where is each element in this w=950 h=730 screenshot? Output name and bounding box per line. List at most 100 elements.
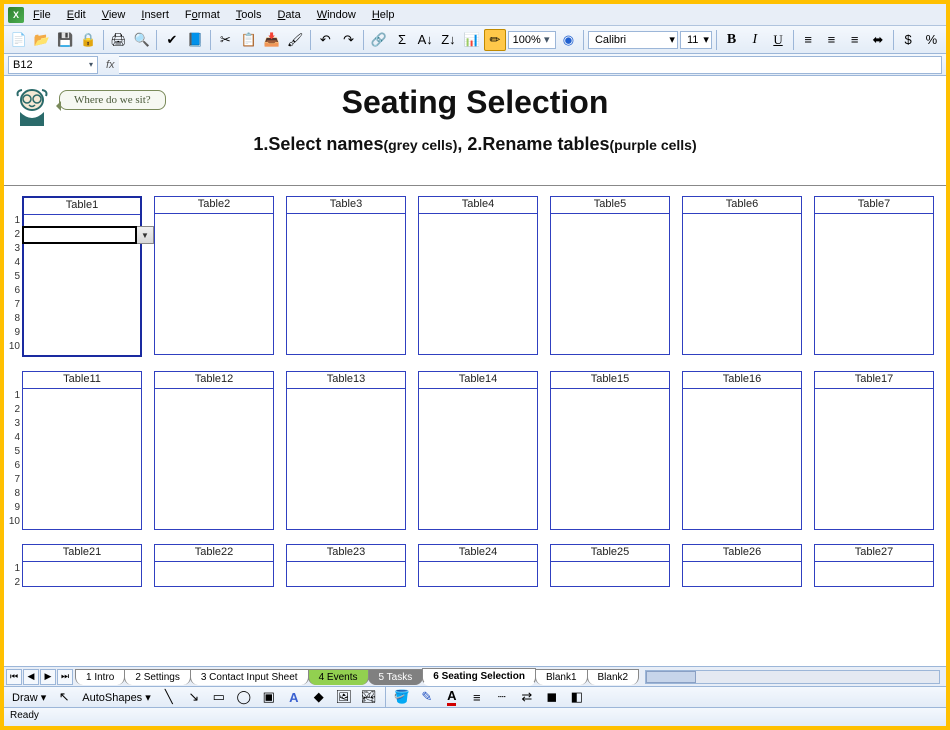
save-icon[interactable]: 💾 [54, 29, 75, 51]
research-icon[interactable]: 📘 [185, 29, 206, 51]
table-card-22[interactable]: Table22 [154, 544, 274, 587]
tab-next-icon[interactable]: ▶ [40, 669, 56, 685]
zoom-select[interactable]: 100% ▾ [508, 31, 556, 49]
italic-button[interactable]: I [744, 29, 765, 51]
table-card-5[interactable]: Table5 [550, 196, 670, 355]
align-left-icon[interactable]: ≡ [798, 29, 819, 51]
help-icon[interactable]: ◉ [558, 29, 579, 51]
autoshapes-menu[interactable]: AutoShapes ▾ [78, 691, 155, 704]
table-header[interactable]: Table17 [815, 372, 933, 389]
menu-format[interactable]: Format [178, 7, 227, 23]
font-color-icon[interactable]: A [441, 686, 463, 708]
chart-icon[interactable]: 📊 [461, 29, 482, 51]
percent-icon[interactable]: % [921, 29, 942, 51]
tab-events[interactable]: 4 Events [308, 669, 369, 685]
table-header[interactable]: Table1 [24, 198, 140, 215]
draw-menu[interactable]: Draw ▾ [8, 691, 50, 704]
clipart-icon[interactable]: 🖼 [333, 686, 355, 708]
table-card-12[interactable]: Table12 [154, 371, 274, 530]
preview-icon[interactable]: 🔍 [131, 29, 152, 51]
table-card-11[interactable]: Table11 [22, 371, 142, 530]
table-card-6[interactable]: Table6 [682, 196, 802, 355]
table-header[interactable]: Table24 [419, 545, 537, 562]
table-card-24[interactable]: Table24 [418, 544, 538, 587]
diagram-icon[interactable]: ◆ [308, 686, 330, 708]
spell-icon[interactable]: ✔ [161, 29, 182, 51]
table-header[interactable]: Table6 [683, 197, 801, 214]
line-color-icon[interactable]: ✎ [416, 686, 438, 708]
table-card-3[interactable]: Table3 [286, 196, 406, 355]
sort-desc-icon[interactable]: Z↓ [438, 29, 459, 51]
dropdown-input[interactable] [22, 226, 137, 244]
tab-prev-icon[interactable]: ◀ [23, 669, 39, 685]
open-icon[interactable]: 📂 [31, 29, 52, 51]
tab-intro[interactable]: 1 Intro [75, 669, 125, 685]
name-box[interactable]: B12 ▾ [8, 56, 98, 74]
merge-icon[interactable]: ⬌ [867, 29, 888, 51]
3d-icon[interactable]: ◧ [566, 686, 588, 708]
print-icon[interactable]: 🖨 [108, 29, 129, 51]
chevron-down-icon[interactable]: ▼ [137, 226, 154, 244]
menu-window[interactable]: Window [310, 7, 363, 23]
new-icon[interactable]: 📄 [8, 29, 29, 51]
table-card-13[interactable]: Table13 [286, 371, 406, 530]
autosum-icon[interactable]: Σ [391, 29, 412, 51]
picture-icon[interactable]: 🏞 [358, 686, 380, 708]
tab-contact-input[interactable]: 3 Contact Input Sheet [190, 669, 309, 685]
align-center-icon[interactable]: ≡ [821, 29, 842, 51]
table-card-23[interactable]: Table23 [286, 544, 406, 587]
arrow-icon[interactable]: ↘ [183, 686, 205, 708]
table-card-7[interactable]: Table7 [814, 196, 934, 355]
table-header[interactable]: Table22 [155, 545, 273, 562]
table-header[interactable]: Table7 [815, 197, 933, 214]
table-card-16[interactable]: Table16 [682, 371, 802, 530]
table-header[interactable]: Table13 [287, 372, 405, 389]
paste-icon[interactable]: 📥 [261, 29, 282, 51]
table-header[interactable]: Table26 [683, 545, 801, 562]
formula-input[interactable] [119, 56, 942, 74]
table-header[interactable]: Table4 [419, 197, 537, 214]
cut-icon[interactable]: ✂ [215, 29, 236, 51]
menu-tools[interactable]: Tools [229, 7, 269, 23]
table-header[interactable]: Table2 [155, 197, 273, 214]
line-style-icon[interactable]: ≡ [466, 686, 488, 708]
oval-icon[interactable]: ◯ [233, 686, 255, 708]
table-header[interactable]: Table15 [551, 372, 669, 389]
tab-first-icon[interactable]: ⏮ [6, 669, 22, 685]
select-objects-icon[interactable]: ↖ [53, 686, 75, 708]
undo-icon[interactable]: ↶ [315, 29, 336, 51]
drawing-icon[interactable]: ✏ [484, 29, 505, 51]
table-header[interactable]: Table23 [287, 545, 405, 562]
menu-insert[interactable]: Insert [134, 7, 176, 23]
table-card-15[interactable]: Table15 [550, 371, 670, 530]
menu-file[interactable]: File [26, 7, 58, 23]
table-card-27[interactable]: Table27 [814, 544, 934, 587]
permission-icon[interactable]: 🔒 [78, 29, 99, 51]
fx-icon[interactable]: fx [102, 59, 119, 71]
tab-blank1[interactable]: Blank1 [535, 669, 588, 685]
line-icon[interactable]: ╲ [158, 686, 180, 708]
format-painter-icon[interactable]: 🖌 [284, 29, 305, 51]
dash-style-icon[interactable]: ┈ [491, 686, 513, 708]
table-header[interactable]: Table11 [23, 372, 141, 389]
table-header[interactable]: Table21 [23, 545, 141, 562]
table-card-25[interactable]: Table25 [550, 544, 670, 587]
copy-icon[interactable]: 📋 [238, 29, 259, 51]
table-header[interactable]: Table14 [419, 372, 537, 389]
tab-last-icon[interactable]: ⏭ [57, 669, 73, 685]
textbox-icon[interactable]: ▣ [258, 686, 280, 708]
table-card-26[interactable]: Table26 [682, 544, 802, 587]
table-header[interactable]: Table16 [683, 372, 801, 389]
scroll-thumb[interactable] [646, 671, 696, 683]
table-card-14[interactable]: Table14 [418, 371, 538, 530]
menu-view[interactable]: View [95, 7, 133, 23]
table-header[interactable]: Table5 [551, 197, 669, 214]
font-size-select[interactable]: 11 ▾ [680, 31, 712, 49]
rectangle-icon[interactable]: ▭ [208, 686, 230, 708]
horizontal-scrollbar[interactable] [645, 670, 940, 684]
wordart-icon[interactable]: A [283, 686, 305, 708]
underline-button[interactable]: U [767, 29, 788, 51]
table-header[interactable]: Table25 [551, 545, 669, 562]
sort-asc-icon[interactable]: A↓ [415, 29, 436, 51]
cell-dropdown[interactable]: ▼ [22, 226, 154, 244]
